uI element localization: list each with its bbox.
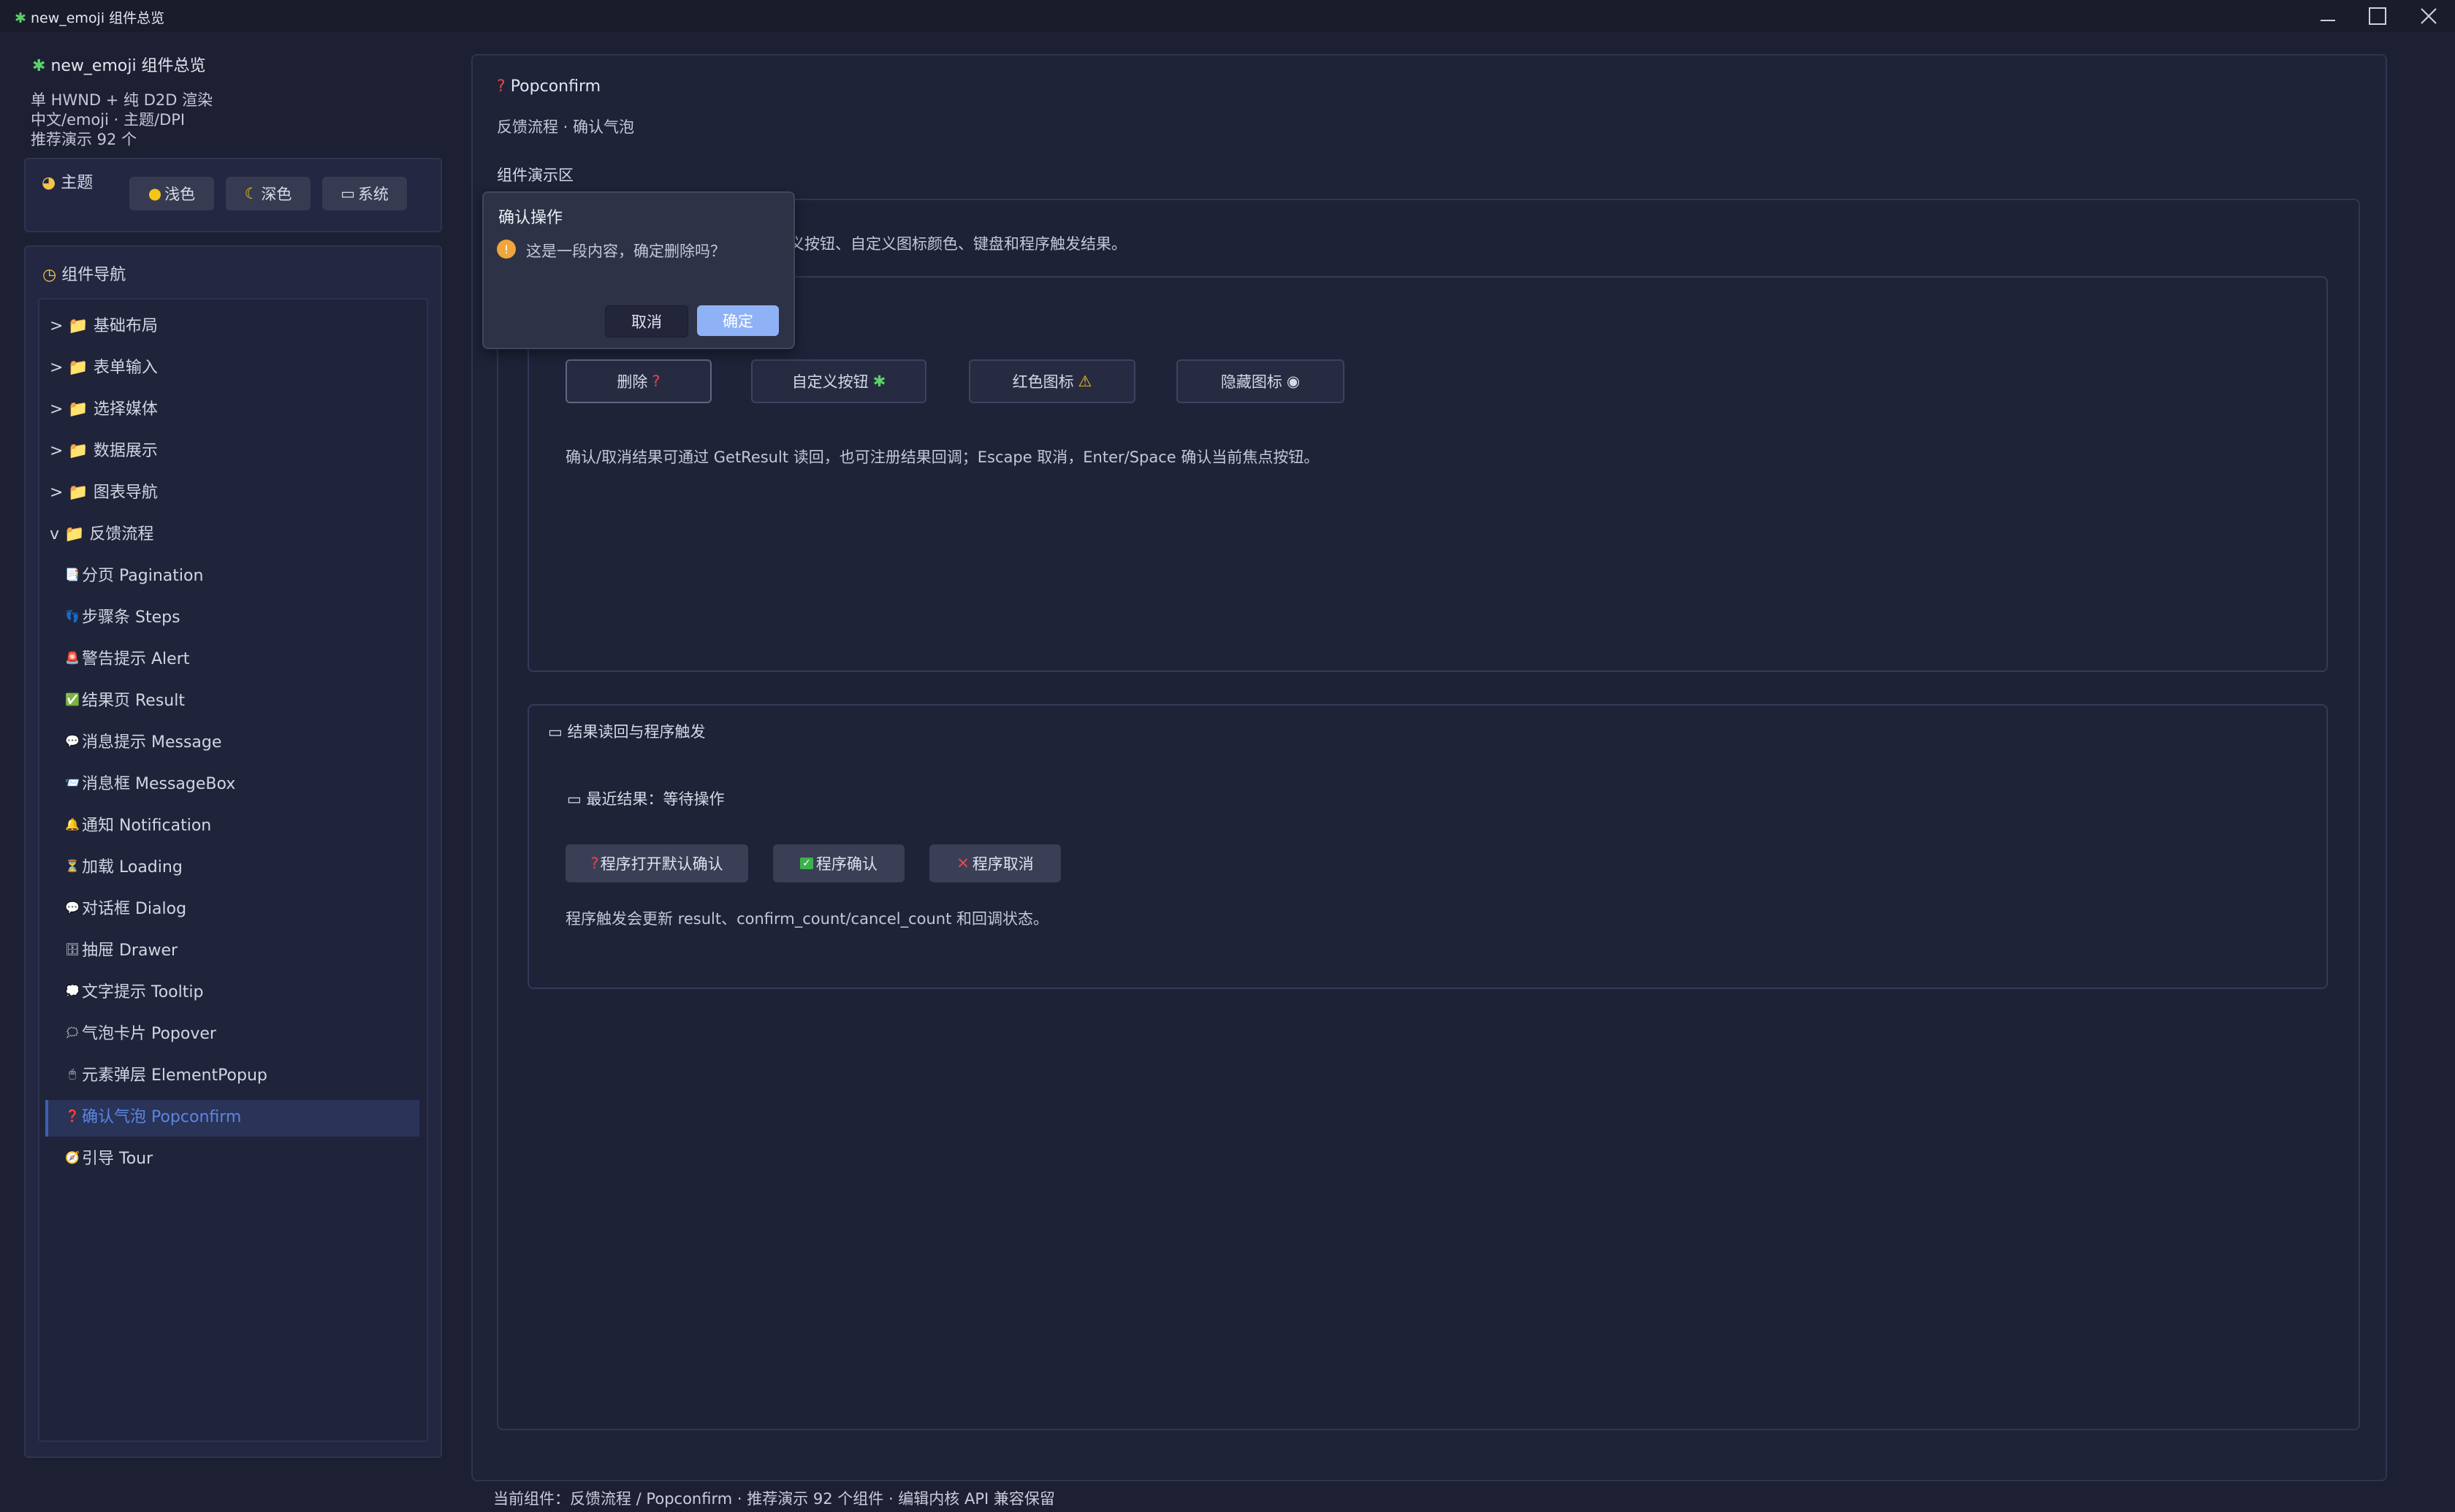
cabinet-icon: 🗄 <box>64 942 80 956</box>
card-icon: ▭ <box>548 723 563 741</box>
question-mark-icon: ? <box>590 855 599 872</box>
popconfirm-message: 这是一段内容，确定删除吗？ <box>526 243 726 260</box>
nav-item-dialog[interactable]: 💬 对话框 Dialog <box>64 888 186 926</box>
puzzle-icon: ✱ <box>15 10 26 26</box>
popconfirm-confirm-button[interactable]: 确定 <box>697 305 779 336</box>
yellow-circle-icon: ● <box>148 185 162 202</box>
envelope-icon: 📨 <box>65 775 80 790</box>
maximize-button[interactable] <box>2356 3 2399 29</box>
warning-icon: ⚠ <box>1078 373 1092 390</box>
popconfirm-popup: 确认操作 ! 这是一段内容，确定删除吗？ 取消 确定 <box>482 191 795 349</box>
minimize-button[interactable] <box>2306 3 2350 29</box>
nav-item-popover[interactable]: 🗯 气泡卡片 Popover <box>64 1013 216 1051</box>
hourglass-icon: ⏳ <box>65 858 80 873</box>
window-title: new_emoji 组件总览 <box>30 10 165 26</box>
nav-item-pagination[interactable]: 📑 分页 Pagination <box>64 555 203 593</box>
bookmark-tabs-icon: 📑 <box>65 567 80 581</box>
demo-card <box>528 276 2328 672</box>
eye-icon: ◉ <box>1286 373 1301 390</box>
card-icon: ▭ <box>567 790 582 808</box>
nav-title: ◷ 组件导航 <box>42 266 126 284</box>
nav-group-chart-nav[interactable]: > 📁 图表导航 <box>50 472 158 510</box>
footprints-icon: 👣 <box>65 608 80 623</box>
nav-item-result[interactable]: ✅ 结果页 Result <box>64 680 185 718</box>
theme-system-button[interactable]: ▭ 系统 <box>322 177 407 210</box>
anger-bubble-icon: 🗯 <box>64 1025 80 1039</box>
mouse-icon: 🖱 <box>69 1066 76 1080</box>
maximize-icon <box>2369 7 2386 25</box>
theme-panel: ◕ 主题 ● 浅色 ☾ 深色 ▭ 系统 <box>24 158 442 232</box>
siren-icon: 🚨 <box>65 650 80 665</box>
nav-item-message[interactable]: 💬 消息提示 Message <box>64 722 221 760</box>
breadcrumb: 反馈流程 · 确认气泡 <box>497 118 635 136</box>
theme-title: ◕ 主题 <box>42 174 94 192</box>
compass-icon: 🧭 <box>65 1150 80 1164</box>
demo-note: 确认/取消结果可通过 GetResult 读回，也可注册结果回调；Escape … <box>566 448 1320 466</box>
moon-icon: ☾ <box>244 185 259 202</box>
nav-item-drawer[interactable]: 🗄 抽屉 Drawer <box>64 930 178 968</box>
cross-mark-icon: ✕ <box>956 855 970 872</box>
results-card-title: ▭ 结果读回与程序触发 <box>548 723 706 741</box>
nav-item-alert[interactable]: 🚨 警告提示 Alert <box>64 638 189 676</box>
puzzle-icon: ✱ <box>872 373 886 390</box>
close-button[interactable] <box>2407 3 2451 29</box>
popconfirm-title: 确认操作 <box>498 209 563 227</box>
question-mark-icon: ? <box>497 77 506 96</box>
demo-area-label: 组件演示区 <box>497 167 574 184</box>
red-icon-button[interactable]: 红色图标 ⚠ <box>969 359 1135 403</box>
nav-item-steps[interactable]: 👣 步骤条 Steps <box>64 597 180 635</box>
question-mark-icon: ? <box>652 373 661 390</box>
compass-icon: ◷ <box>42 266 57 284</box>
nav-group-form-input[interactable]: > 📁 表单输入 <box>50 347 158 385</box>
sidebar-info: 单 HWND + 纯 D2D 渲染 中文/emoji · 主题/DPI 推荐演示… <box>31 91 213 148</box>
results-footnote: 程序触发会更新 result、confirm_count/cancel_coun… <box>566 910 1049 928</box>
check-mark-icon: ✓ <box>800 858 813 869</box>
nav-group-select-media[interactable]: > 📁 选择媒体 <box>50 389 158 427</box>
popconfirm-cancel-button[interactable]: 取消 <box>605 305 688 337</box>
minimize-icon <box>2321 20 2335 21</box>
custom-button[interactable]: 自定义按钮 ✱ <box>751 359 926 403</box>
latest-result: ▭ 最近结果：等待操作 <box>567 790 725 808</box>
nav-item-tour[interactable]: 🧭 引导 Tour <box>64 1138 153 1176</box>
check-mark-icon: ✅ <box>65 692 80 706</box>
nav-group-data-display[interactable]: > 📁 数据展示 <box>50 430 158 468</box>
nav-item-popconfirm[interactable]: ❓ 确认气泡 Popconfirm <box>64 1096 241 1134</box>
program-cancel-button[interactable]: ✕ 程序取消 <box>929 844 1061 882</box>
nav-group-basic-layout[interactable]: > 📁 基础布局 <box>50 305 158 343</box>
speech-bubble-icon: 💬 <box>65 733 80 748</box>
close-icon <box>2421 8 2437 24</box>
nav-item-messagebox[interactable]: 📨 消息框 MessageBox <box>64 763 235 801</box>
question-mark-icon: ❓ <box>65 1108 80 1123</box>
status-bar: 当前组件：反馈流程 / Popconfirm · 推荐演示 92 个组件 · 编… <box>493 1490 1055 1508</box>
hide-icon-button[interactable]: 隐藏图标 ◉ <box>1176 359 1344 403</box>
puzzle-icon: ✱ <box>32 57 46 75</box>
theme-light-button[interactable]: ● 浅色 <box>129 177 214 210</box>
thought-bubble-icon: 💭 <box>65 983 80 998</box>
program-open-button[interactable]: ? 程序打开默认确认 <box>566 844 748 882</box>
warning-circle-icon: ! <box>497 240 516 259</box>
bell-icon: 🔔 <box>65 817 80 831</box>
nav-item-notification[interactable]: 🔔 通知 Notification <box>64 805 211 843</box>
nav-item-tooltip[interactable]: 💭 文字提示 Tooltip <box>64 971 203 1009</box>
nav-group-feedback[interactable]: v 📁 反馈流程 <box>50 513 153 551</box>
delete-button[interactable]: 删除 ? <box>566 359 712 403</box>
sidebar-app-title: ✱ new_emoji 组件总览 <box>32 57 206 75</box>
laptop-icon: ▭ <box>340 185 355 202</box>
palette-icon: ◕ <box>42 174 56 192</box>
theme-dark-button[interactable]: ☾ 深色 <box>226 177 311 210</box>
nav-item-loading[interactable]: ⏳ 加载 Loading <box>64 847 183 885</box>
speech-bubble-icon: 💬 <box>65 900 80 915</box>
demo-description: 义按钮、自定义图标颜色、键盘和程序触发结果。 <box>789 235 1127 253</box>
nav-item-elementpopup[interactable]: 🖱 元素弹层 ElementPopup <box>64 1055 267 1093</box>
page-title: ? Popconfirm <box>497 77 601 96</box>
program-confirm-button[interactable]: ✓ 程序确认 <box>773 844 905 882</box>
title-bar: ✱ new_emoji 组件总览 <box>0 0 2455 32</box>
